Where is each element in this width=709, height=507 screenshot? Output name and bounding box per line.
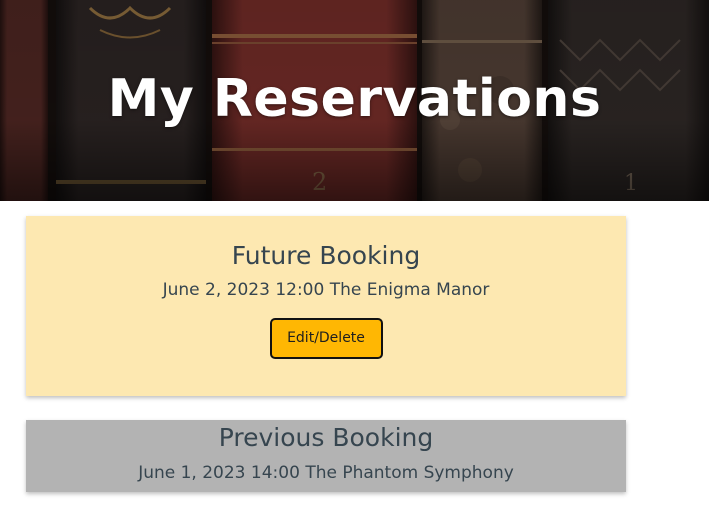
future-booking-time: 12:00	[275, 280, 325, 300]
previous-booking-time: 14:00	[250, 463, 300, 483]
future-booking-room: The Enigma Manor	[329, 280, 490, 300]
previous-booking-heading: Previous Booking	[218, 423, 434, 452]
previous-booking-details: June 1, 2023 14:00 The Phantom Symphony	[26, 462, 626, 484]
previous-booking-card: Previous Booking June 1, 2023 14:00 The …	[26, 420, 626, 492]
previous-booking-date: June 1, 2023	[138, 463, 246, 483]
page-title: My Reservations	[107, 69, 602, 129]
future-booking-details: June 2, 2023 12:00 The Enigma Manor	[26, 279, 626, 301]
edit-delete-button[interactable]: Edit/Delete	[269, 318, 383, 359]
future-booking-heading: Future Booking	[231, 241, 421, 270]
hero-banner: 2 1 My Reservations	[0, 0, 709, 201]
future-booking-card: Future Booking June 2, 2023 12:00 The En…	[26, 216, 626, 396]
future-booking-date: June 2, 2023	[162, 280, 270, 300]
previous-booking-room: The Phantom Symphony	[305, 463, 514, 483]
